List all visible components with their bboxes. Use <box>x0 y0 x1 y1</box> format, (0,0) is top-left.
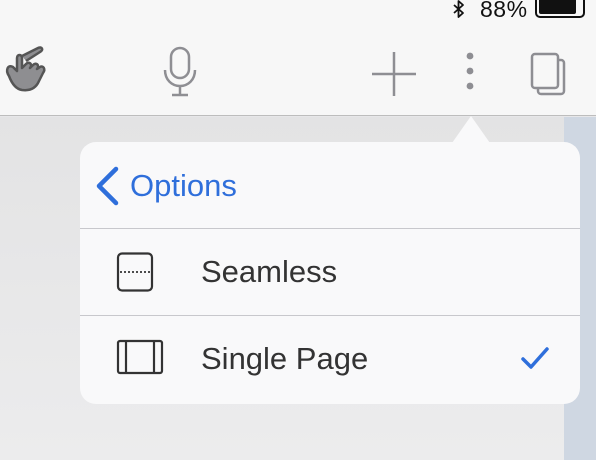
microphone-icon <box>163 46 197 97</box>
plus-icon <box>372 52 416 96</box>
microphone-button[interactable] <box>162 46 198 98</box>
more-options-button[interactable] <box>458 50 482 94</box>
status-bar: 88% <box>0 0 596 24</box>
popover-arrow <box>452 116 490 143</box>
bluetooth-icon <box>453 0 464 18</box>
option-single-page[interactable]: Single Page <box>80 316 580 403</box>
tabs-button[interactable] <box>528 52 568 98</box>
option-label-seamless: Seamless <box>201 254 338 289</box>
single-page-icon <box>116 339 164 375</box>
pages-icon <box>530 52 566 96</box>
options-popover: Options Seamless Single Page <box>80 142 580 404</box>
pointing-hand-icon <box>5 46 46 92</box>
vertical-ellipsis-icon <box>466 52 474 90</box>
option-label-single-page: Single Page <box>201 341 369 376</box>
hand-tool-button[interactable] <box>0 44 52 100</box>
battery-percentage: 88% <box>480 0 528 22</box>
back-button-label: Options <box>130 168 237 203</box>
checkmark-icon <box>521 347 549 369</box>
seamless-page-icon <box>116 252 154 292</box>
popover-header: Options <box>80 142 580 229</box>
add-button[interactable] <box>370 50 418 98</box>
browser-toolbar <box>0 24 596 116</box>
chevron-left-icon <box>96 166 119 206</box>
options-back-button[interactable]: Options <box>94 164 237 208</box>
battery-icon <box>535 0 585 18</box>
battery-level <box>539 0 576 14</box>
option-seamless[interactable]: Seamless <box>80 229 580 316</box>
